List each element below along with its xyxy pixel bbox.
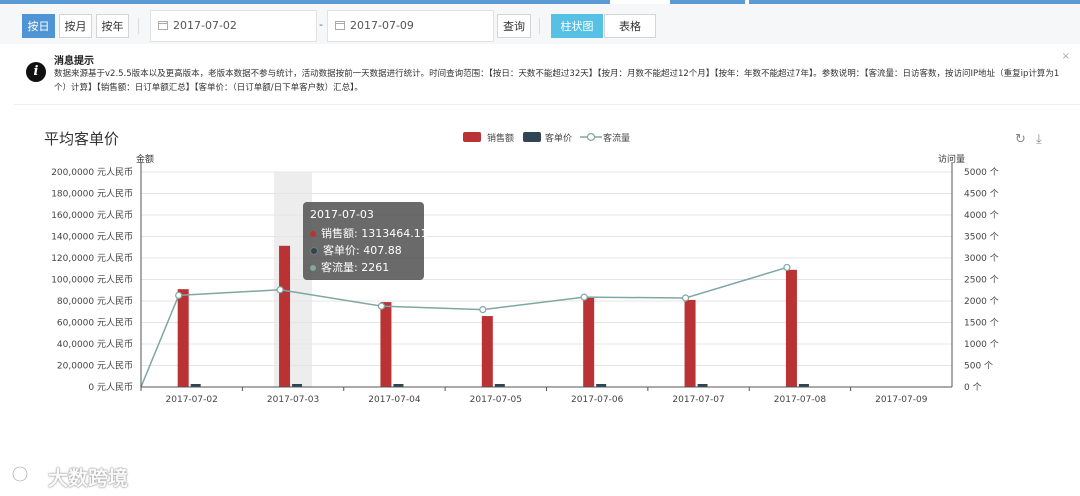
traffic-point <box>681 294 690 302</box>
traffic-point <box>479 306 487 314</box>
right-tick-label: 1000 个 <box>964 339 999 350</box>
right-tick-label: 4000 个 <box>964 210 999 221</box>
sales-bar <box>380 302 392 387</box>
sales-bar <box>279 245 291 387</box>
left-tick-label: 160,0000 元人民币 <box>51 210 133 221</box>
x-tick-label: 2017-07-06 <box>571 395 624 405</box>
left-tick-label: 120,0000 元人民币 <box>51 253 133 264</box>
x-tick-label: 2017-07-07 <box>672 395 724 405</box>
tooltip-sales-text: 销售额: 1313464.11 <box>321 227 428 240</box>
chart-canvas: 0 元人民币 0 个 20,0000 元人民币 500 个 40,0000 元人民币 10… <box>51 162 999 405</box>
sales-bar <box>785 269 797 387</box>
right-tick-label: 3000 个 <box>964 253 999 264</box>
axes: 0 元人民币 0 个 20,0000 元人民币 500 个 40,0000 元人民币 10… <box>51 162 999 405</box>
traffic-point <box>783 263 791 272</box>
sales-bar <box>684 299 696 387</box>
tooltip-row-sales: 销售额: 1313464.11 <box>310 225 428 241</box>
right-tick-label: 2000 个 <box>964 296 999 307</box>
gridlines <box>141 171 952 366</box>
tooltip-traffic-dot <box>310 265 316 271</box>
right-tick-label: 2500 个 <box>964 275 999 286</box>
traffic-point <box>276 286 284 294</box>
left-tick-label: 180,0000 元人民币 <box>51 189 133 200</box>
x-tick-label: 2017-07-09 <box>875 395 928 405</box>
x-tick-label: 2017-07-08 <box>774 395 827 405</box>
sales-bar <box>583 297 595 387</box>
x-tick-label: 2017-07-04 <box>368 395 421 405</box>
left-tick-label: 40,0000 元人民币 <box>57 339 133 350</box>
right-tick-label: 0 个 <box>964 382 982 393</box>
tooltip-row-avg-price: 客单价: 407.88 <box>310 242 402 258</box>
left-tick-label: 200,0000 元人民币 <box>51 167 133 178</box>
traffic-point <box>377 302 386 310</box>
tooltip-avg-price-text: 客单价: 407.88 <box>323 244 402 257</box>
tooltip-traffic-text: 客流量: 2261 <box>321 261 390 274</box>
sales-bar <box>177 289 189 387</box>
right-tick-label: 5000 个 <box>964 167 999 178</box>
traffic-point <box>580 293 588 301</box>
right-tick-label: 3500 个 <box>964 232 999 243</box>
tooltip-title: 2017-07-03 <box>310 208 374 221</box>
right-tick-label: 1500 个 <box>964 318 999 329</box>
left-tick-label: 60,0000 元人民币 <box>57 318 133 329</box>
right-tick-label: 500 个 <box>964 361 993 372</box>
left-tick-label: 80,0000 元人民币 <box>57 296 133 307</box>
left-tick-label: 20,0000 元人民币 <box>57 361 133 372</box>
traffic-point <box>175 291 183 300</box>
x-tick-label: 2017-07-05 <box>470 395 522 405</box>
left-tick-label: 0 元人民币 <box>88 382 133 393</box>
left-tick-label: 140,0000 元人民币 <box>51 232 133 243</box>
x-tick-label: 2017-07-03 <box>267 395 319 405</box>
sales-bar <box>481 316 493 387</box>
watermark-text: 大数跨境 <box>48 466 128 490</box>
left-tick-label: 100,0000 元人民币 <box>51 275 133 286</box>
tooltip-sales-dot <box>310 231 316 237</box>
tooltip-row-traffic: 客流量: 2261 <box>310 259 389 275</box>
tooltip-avg-price-dot <box>310 247 318 255</box>
watermark-logo <box>12 466 38 482</box>
chart-tooltip: 2017-07-03 销售额: 1313464.11 客单价: 407.88 客… <box>303 202 428 280</box>
right-tick-label: 4500 个 <box>964 189 999 200</box>
x-tick-label: 2017-07-02 <box>166 395 218 405</box>
